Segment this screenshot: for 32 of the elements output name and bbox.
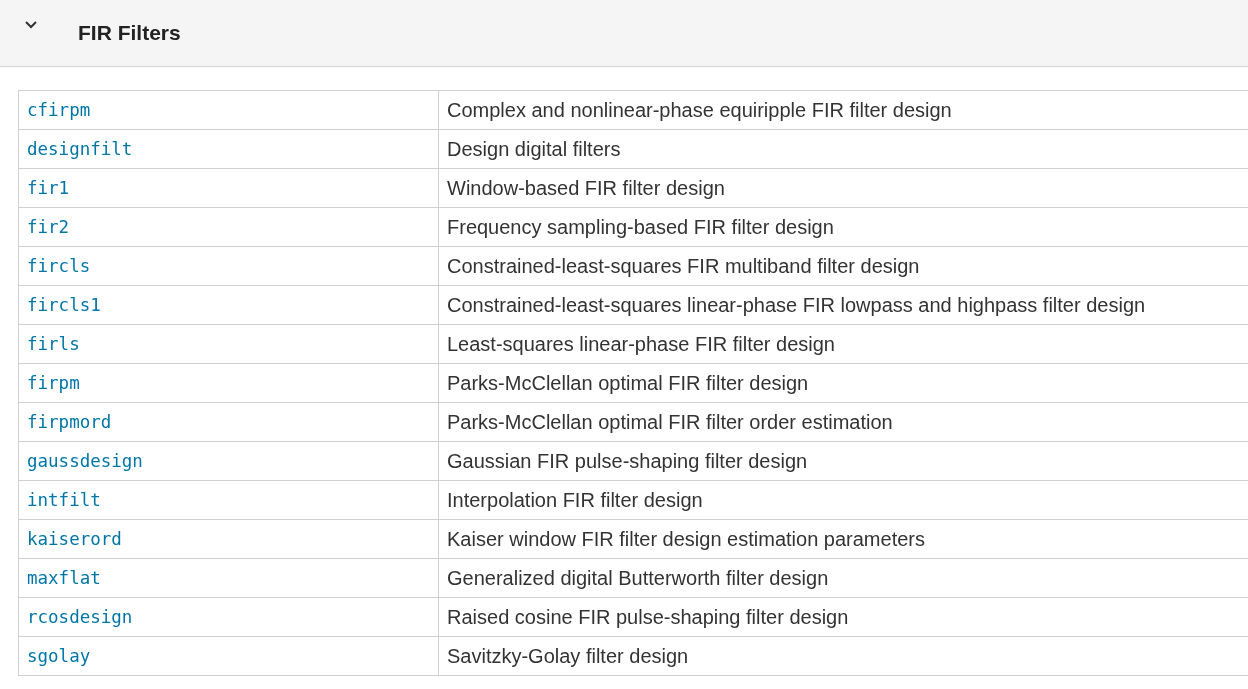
function-description: Savitzky-Golay filter design (447, 644, 689, 667)
function-description: Constrained-least-squares linear-phase FIR lowpass and highpass filter design (447, 293, 1146, 316)
function-link[interactable]: fircls1 (27, 295, 101, 315)
function-description: Parks-McClellan optimal FIR filter design (447, 371, 809, 394)
function-description: Interpolation FIR filter design (447, 488, 703, 511)
function-description: Parks-McClellan optimal FIR filter order estimation (447, 410, 893, 433)
section-title: FIR Filters (78, 21, 181, 45)
function-link[interactable]: intfilt (27, 490, 101, 510)
function-description: Generalized digital Butterworth filter design (447, 566, 829, 589)
function-description: Window-based FIR filter design (447, 176, 725, 199)
function-link[interactable]: fir2 (27, 217, 70, 237)
chevron-down-icon (25, 21, 37, 29)
function-link[interactable]: maxflat (27, 568, 101, 588)
function-description: Complex and nonlinear-phase equiripple FIR filter design (447, 98, 952, 121)
function-description: Kaiser window FIR filter design estimation parameters (447, 527, 925, 550)
function-link[interactable]: fir1 (27, 178, 70, 198)
function-link[interactable]: gaussdesign (27, 451, 143, 471)
function-link[interactable]: cfirpm (27, 100, 91, 120)
function-description: Raised cosine FIR pulse-shaping filter design (447, 605, 849, 628)
function-link[interactable]: sgolay (27, 646, 91, 666)
function-description: Constrained-least-squares FIR multiband filter design (447, 254, 920, 277)
function-description: Frequency sampling-based FIR filter design (447, 215, 834, 238)
function-description: Least-squares linear-phase FIR filter design (447, 332, 835, 355)
function-link[interactable]: firpm (27, 373, 80, 393)
function-description: Design digital filters (447, 137, 621, 160)
function-link[interactable]: firpmord (27, 412, 112, 432)
function-link[interactable]: firls (27, 334, 80, 354)
function-link[interactable]: rcosdesign (27, 607, 133, 627)
function-link[interactable]: kaiserord (27, 529, 122, 549)
function-link[interactable]: fircls (27, 256, 91, 276)
function-description: Gaussian FIR pulse-shaping filter design (447, 449, 808, 472)
function-link[interactable]: designfilt (27, 139, 133, 159)
